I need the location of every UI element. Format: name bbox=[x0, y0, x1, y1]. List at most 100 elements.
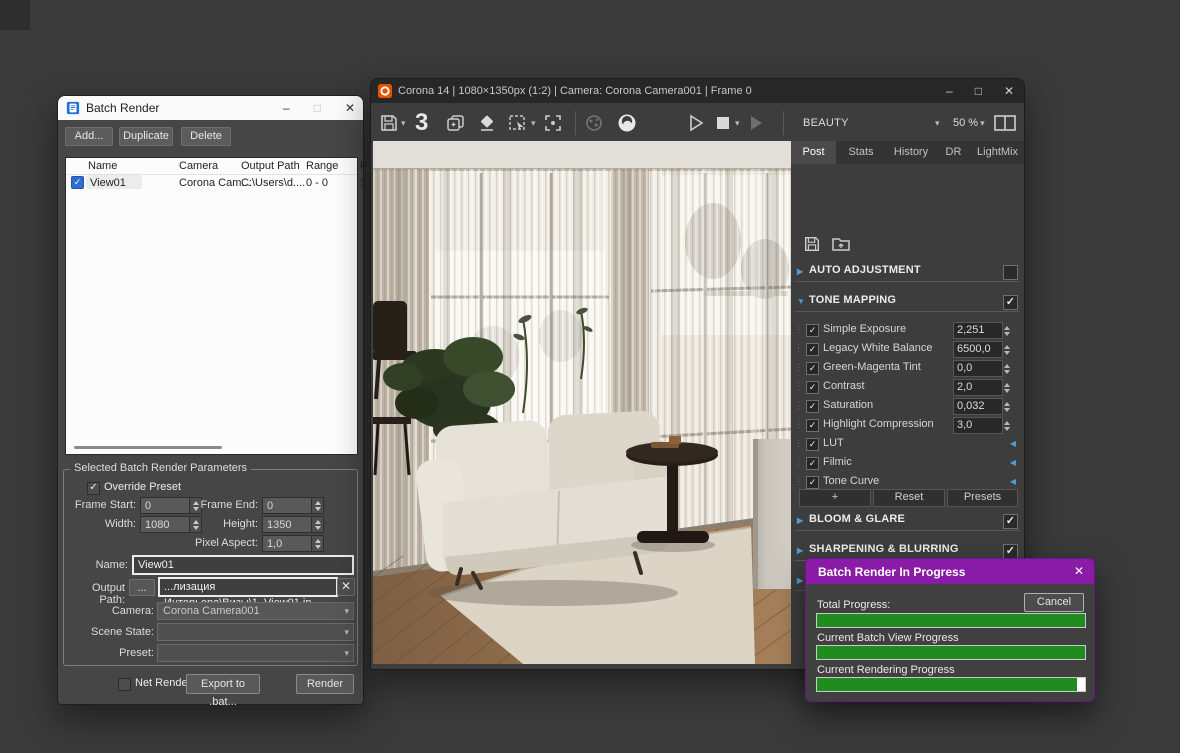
maximize-icon[interactable]: □ bbox=[314, 101, 321, 115]
preset-dropdown[interactable]: ▾ bbox=[157, 644, 354, 662]
export-bat-button[interactable]: Export to .bat... bbox=[186, 674, 260, 694]
render-button[interactable]: Render bbox=[296, 674, 354, 694]
presets-button[interactable]: Presets bbox=[947, 489, 1018, 507]
minimize-icon[interactable]: – bbox=[946, 84, 953, 98]
table-row[interactable]: ✓ View01 Corona Cam... C:\Users\d.... 0 … bbox=[66, 175, 357, 191]
drag-handle-icon[interactable]: ⋮ bbox=[794, 457, 803, 468]
cancel-button[interactable]: Cancel bbox=[1024, 593, 1084, 612]
split-view-icon[interactable] bbox=[993, 112, 1017, 134]
expand-left-icon[interactable]: ◀ bbox=[1010, 477, 1016, 486]
row-checkbox[interactable]: ✓ bbox=[806, 362, 819, 375]
value-field[interactable]: 2,0 bbox=[953, 379, 1003, 396]
row-checkbox[interactable]: ✓ bbox=[71, 176, 84, 189]
channel-dropdown-arrow-icon[interactable]: ▾ bbox=[933, 112, 940, 134]
channel-dropdown[interactable]: BEAUTY bbox=[803, 112, 849, 134]
save-image-icon[interactable]: ▾ bbox=[379, 112, 406, 134]
zoom-dropdown[interactable]: 50 %▾ bbox=[953, 112, 985, 134]
tab-stats[interactable]: Stats bbox=[836, 141, 887, 164]
spinner[interactable] bbox=[1001, 398, 1012, 415]
clear-buffer-icon[interactable] bbox=[477, 112, 497, 134]
row-checkbox[interactable]: ✓ bbox=[806, 419, 819, 432]
horizontal-scrollbar[interactable] bbox=[74, 446, 222, 449]
drag-handle-icon[interactable]: ⋮ bbox=[794, 400, 803, 411]
section-auto-adjustment[interactable]: ▶ AUTO ADJUSTMENT bbox=[795, 264, 1020, 282]
batch-views-list[interactable]: Name Camera Output Path Range P ✓ View01… bbox=[65, 157, 358, 455]
drag-handle-icon[interactable]: ⋮ bbox=[794, 324, 803, 335]
sharpening-checkbox[interactable]: ✓ bbox=[1003, 544, 1018, 559]
override-preset-checkbox[interactable]: ✓ bbox=[87, 482, 100, 495]
row-checkbox[interactable]: ✓ bbox=[806, 457, 819, 470]
duplicate-button[interactable]: Duplicate bbox=[119, 127, 173, 146]
expand-left-icon[interactable]: ◀ bbox=[1010, 439, 1016, 448]
tab-dr[interactable]: DR bbox=[936, 141, 972, 164]
duplicate-buffer-icon[interactable] bbox=[445, 112, 467, 134]
tab-post[interactable]: Post bbox=[791, 141, 837, 164]
drag-handle-icon[interactable]: ⋮ bbox=[794, 438, 803, 449]
minimize-icon[interactable]: – bbox=[283, 101, 290, 115]
row-checkbox[interactable]: ✓ bbox=[806, 476, 819, 489]
spinner[interactable] bbox=[1001, 379, 1012, 396]
row-checkbox[interactable]: ✓ bbox=[806, 381, 819, 394]
value-field[interactable]: 0,032 bbox=[953, 398, 1003, 415]
add-operator-button[interactable]: + bbox=[799, 489, 871, 507]
delete-button[interactable]: Delete bbox=[181, 127, 231, 146]
track-mouse-icon[interactable] bbox=[543, 112, 563, 134]
section-tone-mapping[interactable]: ▼ TONE MAPPING ✓ bbox=[795, 294, 1020, 312]
maximize-icon[interactable]: □ bbox=[975, 84, 982, 98]
spinner[interactable] bbox=[311, 517, 323, 532]
output-path-field[interactable]: ...лизация Интерьера\Визы\1_View01.jp bbox=[158, 577, 338, 597]
row-checkbox[interactable]: ✓ bbox=[806, 343, 819, 356]
save-config-icon[interactable] bbox=[803, 235, 823, 255]
drag-handle-icon[interactable]: ⋮ bbox=[794, 343, 803, 354]
tone-mapping-checkbox[interactable]: ✓ bbox=[1003, 295, 1018, 310]
vfb-titlebar[interactable]: Corona 14 | 1080×1350px (1:2) | Camera: … bbox=[371, 79, 1024, 103]
scene-state-dropdown[interactable]: ▾ bbox=[157, 623, 354, 641]
spinner[interactable] bbox=[1001, 360, 1012, 377]
drag-handle-icon[interactable]: ⋮ bbox=[794, 476, 803, 487]
close-icon[interactable]: ✕ bbox=[345, 101, 355, 115]
row-checkbox[interactable]: ✓ bbox=[806, 400, 819, 413]
pixel-aspect-field[interactable]: 1,0 bbox=[262, 535, 324, 552]
spinner[interactable] bbox=[311, 536, 323, 551]
auto-adjustment-checkbox[interactable] bbox=[1003, 265, 1018, 280]
drag-handle-icon[interactable]: ⋮ bbox=[794, 419, 803, 430]
value-field[interactable]: 2,251 bbox=[953, 322, 1003, 339]
spinner[interactable] bbox=[1001, 341, 1012, 358]
drag-handle-icon[interactable]: ⋮ bbox=[794, 362, 803, 373]
stop-render-icon[interactable]: ▾ bbox=[713, 112, 740, 134]
expand-left-icon[interactable]: ◀ bbox=[1010, 458, 1016, 467]
render-region-icon[interactable]: ▾ bbox=[507, 112, 536, 134]
height-field[interactable]: 1350 bbox=[262, 516, 324, 533]
render-viewport[interactable] bbox=[373, 141, 791, 664]
tab-history[interactable]: History bbox=[886, 141, 937, 164]
frame-start-field[interactable]: 0 bbox=[140, 497, 202, 514]
net-render-checkbox[interactable] bbox=[118, 678, 131, 691]
value-field[interactable]: 6500,0 bbox=[953, 341, 1003, 358]
progress-titlebar[interactable]: Batch Render In Progress ✕ bbox=[806, 559, 1094, 584]
load-config-icon[interactable] bbox=[831, 235, 851, 255]
bloom-glare-checkbox[interactable]: ✓ bbox=[1003, 514, 1018, 529]
reset-button[interactable]: Reset bbox=[873, 489, 945, 507]
spinner[interactable] bbox=[311, 498, 323, 513]
row-checkbox[interactable]: ✓ bbox=[806, 324, 819, 337]
width-field[interactable]: 1080 bbox=[140, 516, 202, 533]
drag-handle-icon[interactable]: ⋮ bbox=[794, 381, 803, 392]
add-button[interactable]: Add... bbox=[65, 127, 113, 146]
corona-swirl-icon[interactable] bbox=[615, 112, 639, 134]
section-bloom-glare[interactable]: ▶ BLOOM & GLARE ✓ bbox=[795, 513, 1020, 531]
value-field[interactable]: 0,0 bbox=[953, 360, 1003, 377]
batch-render-titlebar[interactable]: Batch Render – □ ✕ bbox=[58, 96, 363, 120]
clear-path-icon[interactable]: ✕ bbox=[337, 578, 355, 596]
row-checkbox[interactable]: ✓ bbox=[806, 438, 819, 451]
camera-dropdown[interactable]: Corona Camera001▾ bbox=[157, 602, 354, 620]
close-icon[interactable]: ✕ bbox=[1074, 564, 1084, 578]
start-render-icon[interactable] bbox=[686, 112, 706, 134]
close-icon[interactable]: ✕ bbox=[1004, 84, 1014, 98]
frame-end-field[interactable]: 0 bbox=[262, 497, 324, 514]
browse-button[interactable]: ... bbox=[129, 579, 155, 596]
spinner[interactable] bbox=[1001, 322, 1012, 339]
name-field[interactable]: View01 bbox=[132, 555, 354, 575]
tab-lightmix[interactable]: LightMix bbox=[971, 141, 1024, 164]
value-field[interactable]: 3,0 bbox=[953, 417, 1003, 434]
spinner[interactable] bbox=[1001, 417, 1012, 434]
